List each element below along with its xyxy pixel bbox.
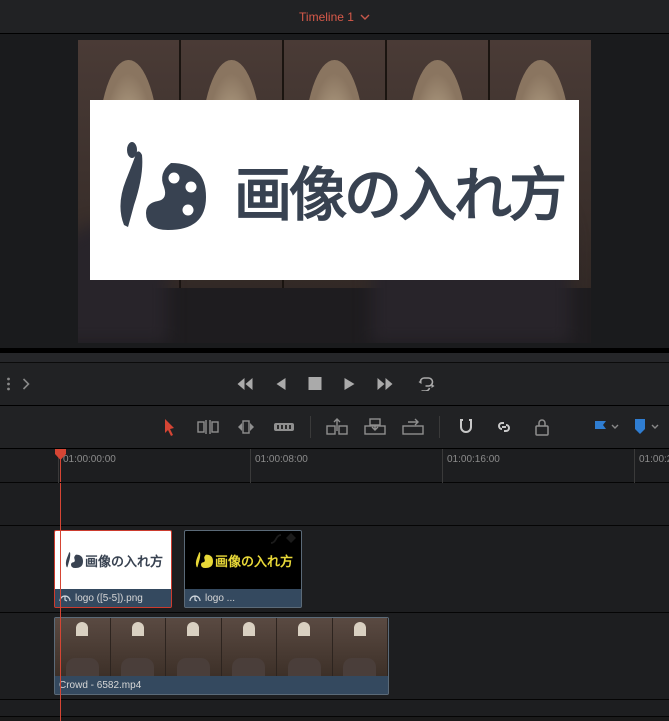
loop-icon[interactable] <box>417 377 435 391</box>
replace-clip-icon[interactable] <box>401 415 425 439</box>
chevron-down-icon <box>651 423 659 431</box>
play-icon[interactable] <box>343 377 355 391</box>
timeline-title-dropdown[interactable]: Timeline 1 <box>299 10 370 24</box>
clip-video[interactable]: Crowd - 6582.mp4 <box>54 617 389 695</box>
transport-bar <box>0 363 669 406</box>
jump-start-icon[interactable] <box>234 377 252 391</box>
track-v3[interactable] <box>0 483 669 526</box>
trim-tool-icon[interactable] <box>196 415 220 439</box>
track-a1[interactable] <box>0 700 669 717</box>
blade-tool-icon[interactable] <box>272 415 296 439</box>
playhead-line <box>60 483 61 721</box>
arrow-tool-icon[interactable] <box>158 415 182 439</box>
playhead[interactable] <box>60 449 61 482</box>
speed-icon <box>189 592 201 604</box>
step-back-icon[interactable] <box>274 377 286 391</box>
ruler-tick: 01:00:00:00 <box>58 449 116 487</box>
overwrite-clip-icon[interactable] <box>363 415 387 439</box>
ruler-tick: 01:00:16:00 <box>442 449 500 487</box>
dynamic-trim-icon[interactable] <box>234 415 258 439</box>
palette-icon <box>106 135 216 245</box>
snapping-icon[interactable] <box>454 415 478 439</box>
marker-blue-icon <box>633 419 647 435</box>
logo-overlay: 画像の入れ方 <box>90 100 579 280</box>
marker-blue-dropdown[interactable] <box>633 419 659 435</box>
lock-icon[interactable] <box>530 415 554 439</box>
clip-label: Crowd - 6582.mp4 <box>59 680 141 691</box>
chevron-right-icon[interactable] <box>21 378 30 390</box>
ruler-tick: 01:00:2 <box>634 449 669 487</box>
flag-blue-dropdown[interactable] <box>594 420 619 434</box>
logo-text: 画像の入れ方 <box>234 148 564 232</box>
more-icon[interactable] <box>6 377 11 391</box>
flag-blue-icon <box>594 420 607 434</box>
clip-still-1[interactable]: 画像の入れ方 logo ([5-5]).png <box>54 530 172 608</box>
stop-icon[interactable] <box>308 377 321 390</box>
jump-end-icon[interactable] <box>377 377 395 391</box>
timeline-title: Timeline 1 <box>299 10 354 24</box>
chevron-down-icon <box>611 423 619 431</box>
timeline-ruler[interactable]: 01:00:00:00 01:00:08:00 01:00:16:00 01:0… <box>0 449 669 483</box>
track-v1[interactable]: Crowd - 6582.mp4 <box>0 613 669 700</box>
timeline-tracks[interactable]: 画像の入れ方 logo ([5-5]).png 画像の入れ方 logo ... <box>0 483 669 717</box>
viewer-header: Timeline 1 <box>0 0 669 34</box>
insert-clip-icon[interactable] <box>325 415 349 439</box>
viewer[interactable]: 画像の入れ方 <box>0 34 669 348</box>
clip-label: logo ([5-5]).png <box>75 593 143 604</box>
clip-still-2[interactable]: 画像の入れ方 logo ... <box>184 530 302 608</box>
track-v2[interactable]: 画像の入れ方 logo ([5-5]).png 画像の入れ方 logo ... <box>0 526 669 613</box>
chevron-down-icon <box>360 12 370 22</box>
ruler-tick: 01:00:08:00 <box>250 449 308 487</box>
timeline-toolbar <box>0 406 669 449</box>
clip-label: logo ... <box>205 593 297 604</box>
link-icon[interactable] <box>492 415 516 439</box>
viewer-canvas: 画像の入れ方 <box>78 40 591 343</box>
